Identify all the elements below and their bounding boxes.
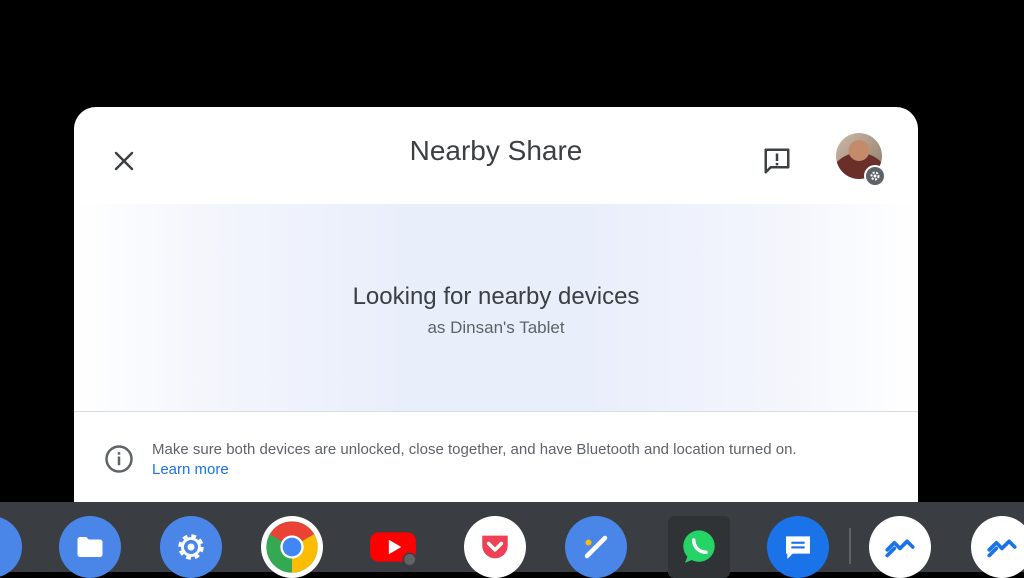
- shelf: [0, 502, 1024, 578]
- shelf-separator: [849, 528, 851, 564]
- info-text: Make sure both devices are unlocked, clo…: [152, 441, 797, 458]
- shelf-app-messages[interactable]: [767, 516, 829, 578]
- divider: [74, 411, 918, 412]
- shelf-app-youtube[interactable]: [362, 516, 424, 578]
- status-title: Looking for nearby devices: [352, 283, 640, 310]
- shelf-app-pocket[interactable]: [464, 516, 526, 578]
- shelf-app-nearby-share[interactable]: [869, 516, 931, 578]
- feedback-button[interactable]: [757, 141, 797, 181]
- shelf-app-files[interactable]: [59, 516, 121, 578]
- chrome-icon: [266, 521, 318, 573]
- shelf-app-partial[interactable]: [0, 516, 22, 578]
- shelf-app-nearby-share-2[interactable]: [971, 516, 1024, 578]
- app-icon: [0, 534, 4, 560]
- device-name: as Dinsan's Tablet: [427, 318, 565, 337]
- info-message: Make sure both devices are unlocked, clo…: [152, 440, 892, 480]
- gear-icon: [870, 171, 880, 181]
- shelf-app-chrome[interactable]: [261, 516, 323, 578]
- message-icon: [786, 536, 810, 559]
- shelf-app-whatsapp[interactable]: [668, 516, 730, 578]
- whatsapp-icon: [683, 530, 715, 563]
- shelf-app-keep-note[interactable]: [565, 516, 627, 578]
- nearby-share-dialog: Nearby Share Looking for nearby devices …: [74, 107, 918, 507]
- youtube-icon: [370, 532, 417, 567]
- feedback-icon: [764, 148, 790, 174]
- shelf-app-settings[interactable]: [160, 516, 222, 578]
- gear-icon: [178, 534, 204, 560]
- pen-icon: [584, 535, 608, 559]
- folder-icon: [77, 537, 103, 557]
- info-icon: [105, 445, 133, 473]
- nearby-share-icon: [885, 539, 915, 558]
- learn-more-link[interactable]: Learn more: [152, 460, 229, 480]
- avatar-settings-badge[interactable]: [864, 165, 886, 187]
- nearby-share-icon: [987, 539, 1017, 558]
- pocket-icon: [482, 535, 508, 559]
